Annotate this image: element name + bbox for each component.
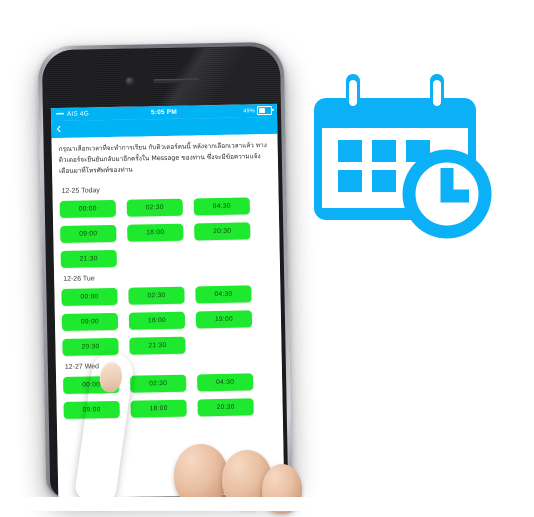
time-slot-row: 09:00 18:00 19:00 [61,310,274,332]
booking-content: กรุณาเลือกเวลาที่จะทำการเรียน กับติวเตอร… [51,133,285,499]
time-slot-button[interactable]: 04:30 [193,197,250,216]
time-slot-button[interactable]: 18:00 [128,311,186,330]
time-slot-button[interactable]: 00:00 [61,288,118,307]
day-label: 12-27 Wed [64,363,100,372]
day-group: 12-25 Today 00:00 02:30 04:30 09:00 18:00 20:3… [52,184,279,269]
day-label: 12-25 Today [61,187,100,196]
time-slot-button[interactable]: 09:00 [61,313,119,332]
calendar-clock-icon [312,72,504,240]
time-slot-row: 00:00 02:30 04:30 [63,373,275,395]
time-slot-button[interactable]: 18:00 [130,399,187,418]
image-bottom-crop [0,497,534,511]
status-bar-right: 49% [177,106,273,116]
time-slot-row: 09:00 18:00 20:30 [63,398,276,420]
battery-fill [258,108,266,113]
time-slot-button[interactable]: 18:00 [127,223,184,242]
earpiece-speaker-icon [153,78,200,84]
front-camera-icon [126,77,134,85]
status-bar-left: •••• AIS 4G [56,109,151,118]
time-slot-row: 21:30 [60,247,273,269]
time-slot-button[interactable]: 09:00 [63,401,120,420]
time-slot-button[interactable]: 19:00 [195,310,253,329]
time-slot-button[interactable]: 20:30 [194,222,251,241]
time-slot-row: 20:30 21:30 [62,335,274,357]
phone-device: •••• AIS 4G 5:05 PM 49% ‹ กรุณาเลือกเวลา… [37,41,293,499]
signal-strength-icon: •••• [55,110,64,119]
phone-top-bezel [41,45,281,109]
time-slot-button[interactable]: 20:30 [62,338,119,357]
day-label: 12-26 Tue [63,275,95,284]
time-slot-button[interactable]: 04:30 [195,285,252,304]
ring-hole-right [433,80,441,106]
scene-root: •••• AIS 4G 5:05 PM 49% ‹ กรุณาเลือกเวลา… [0,0,534,514]
carrier-label: AIS 4G [66,110,90,118]
time-slot-button[interactable]: 20:30 [197,398,254,417]
phone-screen: •••• AIS 4G 5:05 PM 49% ‹ กรุณาเลือกเวลา… [50,103,285,499]
time-slot-button[interactable]: 02:30 [130,374,187,393]
time-slot-button[interactable]: 21:30 [129,336,186,355]
day-group: 12-26 Tue 00:00 02:30 04:30 09:00 18:00 19:00 2… [54,272,281,357]
status-bar-clock: 5:05 PM [150,108,178,117]
time-slot-row: 00:00 02:30 04:30 [61,285,273,307]
time-slot-button[interactable]: 09:00 [60,225,117,244]
time-slot-button[interactable]: 00:00 [63,376,120,395]
time-slot-row: 09:00 18:00 20:30 [60,222,272,244]
day-group: 12-27 Wed 00:00 02:30 04:30 09:00 18:00 20:30 [56,360,283,420]
instruction-text: กรุณาเลือกเวลาที่จะทำการเรียน กับติวเตอร… [58,141,267,175]
time-slot-row: 00:00 02:30 04:30 [59,197,272,219]
time-slot-button[interactable]: 02:30 [128,286,185,305]
back-button[interactable]: ‹ [56,120,61,137]
battery-icon [256,106,273,115]
day-group-list: 12-25 Today 00:00 02:30 04:30 09:00 18:00 20:3… [52,184,283,420]
ring-hole-left [349,80,357,106]
time-slot-button[interactable]: 02:30 [126,198,183,217]
time-slot-button[interactable]: 00:00 [59,200,116,219]
phone-body: •••• AIS 4G 5:05 PM 49% ‹ กรุณาเลือกเวลา… [41,45,289,499]
battery-percent-label: 49% [243,107,256,114]
time-slot-button[interactable]: 21:30 [60,250,117,269]
time-slot-button[interactable]: 04:30 [197,373,254,392]
